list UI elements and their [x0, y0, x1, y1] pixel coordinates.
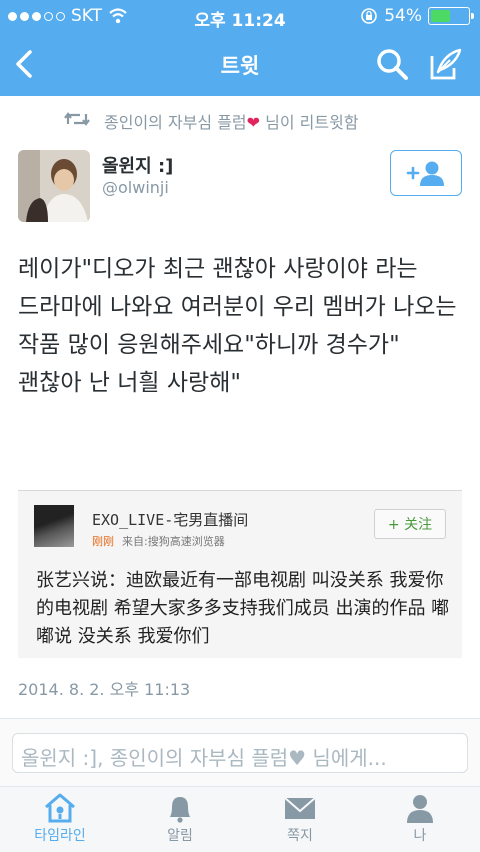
battery-percent: 54% [384, 6, 422, 26]
top-bar: SKT 오후 11:24 54% 트윗 [0, 0, 480, 96]
card-follow-button: + 关注 [374, 509, 446, 539]
tab-label: 타임라인 [34, 828, 86, 844]
retweet-icon [64, 112, 90, 126]
author-avatar[interactable] [18, 150, 90, 222]
status-bar: SKT 오후 11:24 54% [0, 0, 480, 34]
retweet-suffix: 님이 리트윗함 [265, 113, 359, 132]
tweet-text: 레이가"디오가 최근 괜찮아 사랑이야 라는 드라마에 나와요 여러분이 우리 … [18, 256, 457, 396]
compose-icon[interactable] [428, 46, 464, 82]
author-name[interactable]: 올윈지 :] [102, 152, 173, 178]
card-text: 张艺兴说：迪欧最近有一部电视剧 叫没关系 我爱你的电视剧 希望大家多多支持我们成… [36, 570, 450, 647]
bell-icon [170, 797, 190, 823]
rotation-lock-icon [361, 8, 378, 24]
tab-me[interactable]: 나 [360, 787, 480, 852]
tweet-timestamp: 2014. 8. 2. 오후 11:13 [18, 680, 191, 699]
reply-bar: 올윈지 :], 종인이의 자부심 플럼♥ 님에게... [0, 718, 480, 786]
nav-bar: 트윗 [0, 34, 480, 96]
embedded-image[interactable]: EXO_LIVE-宅男直播间 刚刚 来自:搜狗高速浏览器 + 关注 张艺兴说：迪欧… [18, 490, 462, 658]
tab-label: 알림 [167, 828, 193, 844]
follow-button[interactable] [390, 150, 462, 196]
reply-input[interactable]: 올윈지 :], 종인이의 자부심 플럼♥ 님에게... [12, 733, 468, 773]
card-avatar [34, 505, 74, 547]
search-icon[interactable] [374, 46, 410, 82]
tab-bar: 타임라인 알림 쪽지 나 [0, 786, 480, 852]
tab-timeline[interactable]: 타임라인 [0, 787, 120, 852]
tab-label: 쪽지 [287, 828, 313, 844]
tab-messages[interactable]: 쪽지 [240, 787, 360, 852]
card-time: 刚刚 [92, 535, 114, 548]
home-icon [45, 793, 75, 823]
add-user-icon [406, 161, 444, 186]
retweet-banner: 종인이의 자부심 플럼❤ 님이 리트윗함 [0, 100, 480, 140]
envelope-icon [284, 797, 316, 819]
retweeter-name[interactable]: 종인이의 자부심 플럼 [104, 113, 247, 132]
author-handle[interactable]: @olwinji [102, 178, 169, 197]
person-icon [407, 795, 433, 823]
card-author-name: EXO_LIVE-宅男直播间 [92, 511, 249, 529]
card-source: 来自:搜狗高速浏览器 [122, 535, 225, 548]
heart-icon: ❤ [246, 113, 261, 132]
avatar-photo [18, 150, 90, 222]
tab-label: 나 [413, 828, 427, 844]
battery-icon [428, 7, 474, 25]
tab-notifications[interactable]: 알림 [120, 787, 240, 852]
